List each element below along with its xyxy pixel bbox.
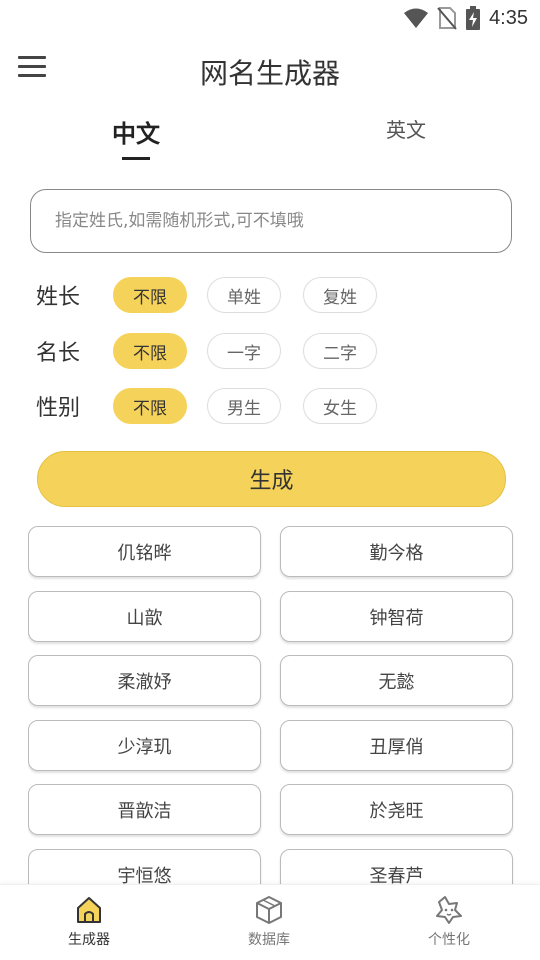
nav-item-database[interactable]: 数据库 bbox=[214, 895, 324, 949]
chip-unlimited[interactable]: 不限 bbox=[113, 388, 187, 424]
status-icons: 4:35 bbox=[403, 6, 528, 30]
star-face-icon bbox=[436, 896, 462, 924]
surname-field-container bbox=[30, 189, 512, 253]
option-row-surname-length: 姓长 不限 单姓 复姓 bbox=[36, 277, 516, 315]
tab-english[interactable]: 英文 bbox=[370, 114, 442, 143]
name-card[interactable]: 晋歆洁 bbox=[28, 784, 261, 835]
generate-button[interactable]: 生成 bbox=[37, 451, 506, 507]
option-row-name-length: 名长 不限 一字 二字 bbox=[36, 333, 516, 371]
nav-item-generator[interactable]: 生成器 bbox=[34, 895, 144, 949]
wifi-icon bbox=[404, 8, 429, 28]
tab-indicator bbox=[122, 157, 150, 160]
option-label: 名长 bbox=[36, 341, 81, 366]
status-bar: 4:35 bbox=[0, 0, 540, 36]
name-card[interactable]: 圣春芦 bbox=[280, 849, 513, 884]
surname-input[interactable] bbox=[55, 190, 487, 252]
chip-two-char[interactable]: 二字 bbox=[303, 333, 377, 369]
name-card[interactable]: 钟智荷 bbox=[280, 591, 513, 642]
option-row-gender: 性别 不限 男生 女生 bbox=[36, 388, 516, 426]
chip-one-char[interactable]: 一字 bbox=[207, 333, 281, 369]
nav-label: 生成器 bbox=[68, 932, 110, 948]
tab-label: 中文 bbox=[112, 120, 160, 148]
tab-label: 英文 bbox=[386, 118, 426, 142]
language-tabs: 中文 英文 bbox=[0, 110, 540, 164]
chip-unlimited[interactable]: 不限 bbox=[113, 333, 187, 369]
name-card[interactable]: 柔澈妤 bbox=[28, 655, 261, 706]
app-bar: 网名生成器 bbox=[0, 44, 540, 94]
name-card[interactable]: 仉铭晔 bbox=[28, 526, 261, 577]
chip-compound-surname[interactable]: 复姓 bbox=[303, 277, 377, 313]
chip-male[interactable]: 男生 bbox=[207, 388, 281, 424]
name-card[interactable]: 少淳玑 bbox=[28, 720, 261, 771]
name-card[interactable]: 山歆 bbox=[28, 591, 261, 642]
results-list: 仉铭晔 勤今格 山歆 钟智荷 柔澈妤 无懿 少淳玑 丑厚俏 晋歆洁 於尧旺 宇恒… bbox=[28, 526, 514, 884]
option-label: 姓长 bbox=[36, 285, 81, 310]
name-card[interactable]: 丑厚俏 bbox=[280, 720, 513, 771]
nav-item-personalize[interactable]: 个性化 bbox=[394, 895, 504, 949]
name-card[interactable]: 於尧旺 bbox=[280, 784, 513, 835]
status-time: 4:35 bbox=[489, 6, 528, 29]
chip-female[interactable]: 女生 bbox=[303, 388, 377, 424]
cube-icon bbox=[256, 896, 282, 924]
home-icon bbox=[77, 897, 101, 923]
option-label: 性别 bbox=[36, 396, 81, 421]
battery-charging-icon bbox=[466, 6, 481, 30]
chip-single-surname[interactable]: 单姓 bbox=[207, 277, 281, 313]
nav-label: 个性化 bbox=[428, 932, 470, 948]
nav-label: 数据库 bbox=[248, 932, 290, 948]
chip-unlimited[interactable]: 不限 bbox=[113, 277, 187, 313]
name-card[interactable]: 无懿 bbox=[280, 655, 513, 706]
tab-chinese[interactable]: 中文 bbox=[100, 114, 172, 160]
no-sim-icon bbox=[437, 7, 457, 30]
name-card[interactable]: 勤今格 bbox=[280, 526, 513, 577]
bottom-nav: 生成器 数据库 个性化 bbox=[0, 884, 540, 960]
page-title: 网名生成器 bbox=[199, 57, 340, 90]
name-card[interactable]: 宇恒悠 bbox=[28, 849, 261, 884]
